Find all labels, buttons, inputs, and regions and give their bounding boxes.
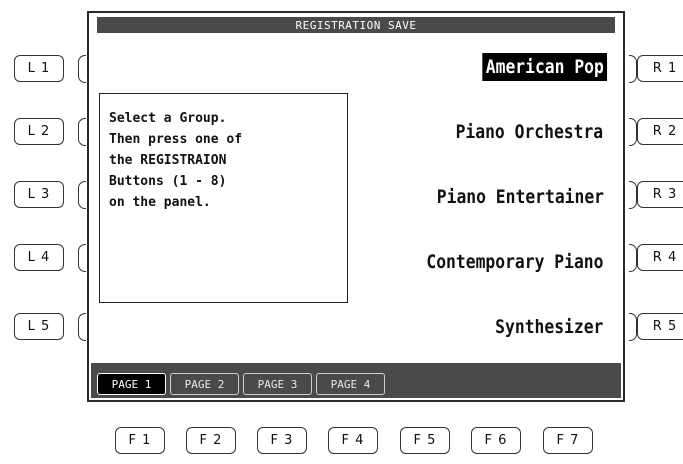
group-item-synthesizer[interactable]: Synthesizer xyxy=(492,313,607,341)
l5-button[interactable]: L 5 xyxy=(14,313,64,340)
l2-button[interactable]: L 2 xyxy=(14,118,64,145)
l2-bracket xyxy=(78,118,86,146)
r5-bracket xyxy=(629,313,637,341)
tab-page-2[interactable]: PAGE 2 xyxy=(170,373,239,395)
f5-button[interactable]: F 5 xyxy=(400,427,450,454)
r1-bracket xyxy=(629,55,637,83)
f6-button[interactable]: F 6 xyxy=(471,427,521,454)
f2-button[interactable]: F 2 xyxy=(186,427,236,454)
l4-button[interactable]: L 4 xyxy=(14,244,64,271)
f1-button[interactable]: F 1 xyxy=(115,427,165,454)
f4-button[interactable]: F 4 xyxy=(328,427,378,454)
instruction-box: Select a Group. Then press one of the RE… xyxy=(99,93,348,303)
page-tab-bar: PAGE 1 PAGE 2 PAGE 3 PAGE 4 xyxy=(91,363,621,398)
tab-page-1[interactable]: PAGE 1 xyxy=(97,373,166,395)
screen-title: REGISTRATION SAVE xyxy=(97,17,615,33)
l1-button[interactable]: L 1 xyxy=(14,55,64,82)
l1-bracket xyxy=(78,55,86,83)
f7-button[interactable]: F 7 xyxy=(543,427,593,454)
r5-button[interactable]: R 5 xyxy=(637,313,683,340)
tab-page-4[interactable]: PAGE 4 xyxy=(316,373,385,395)
group-item-american-pop[interactable]: American Pop xyxy=(482,53,607,81)
r4-bracket xyxy=(629,244,637,272)
r4-button[interactable]: R 4 xyxy=(637,244,683,271)
lcd-screen: REGISTRATION SAVE Select a Group. Then p… xyxy=(87,11,625,402)
l5-bracket xyxy=(78,313,86,341)
group-item-contemporary-piano[interactable]: Contemporary Piano xyxy=(423,248,607,276)
r2-bracket xyxy=(629,118,637,146)
l4-bracket xyxy=(78,244,86,272)
r3-bracket xyxy=(629,181,637,209)
l3-bracket xyxy=(78,181,86,209)
f3-button[interactable]: F 3 xyxy=(257,427,307,454)
group-item-piano-entertainer[interactable]: Piano Entertainer xyxy=(433,183,607,211)
r1-button[interactable]: R 1 xyxy=(637,55,683,82)
group-item-piano-orchestra[interactable]: Piano Orchestra xyxy=(453,118,607,146)
r3-button[interactable]: R 3 xyxy=(637,181,683,208)
l3-button[interactable]: L 3 xyxy=(14,181,64,208)
tab-page-3[interactable]: PAGE 3 xyxy=(243,373,312,395)
r2-button[interactable]: R 2 xyxy=(637,118,683,145)
